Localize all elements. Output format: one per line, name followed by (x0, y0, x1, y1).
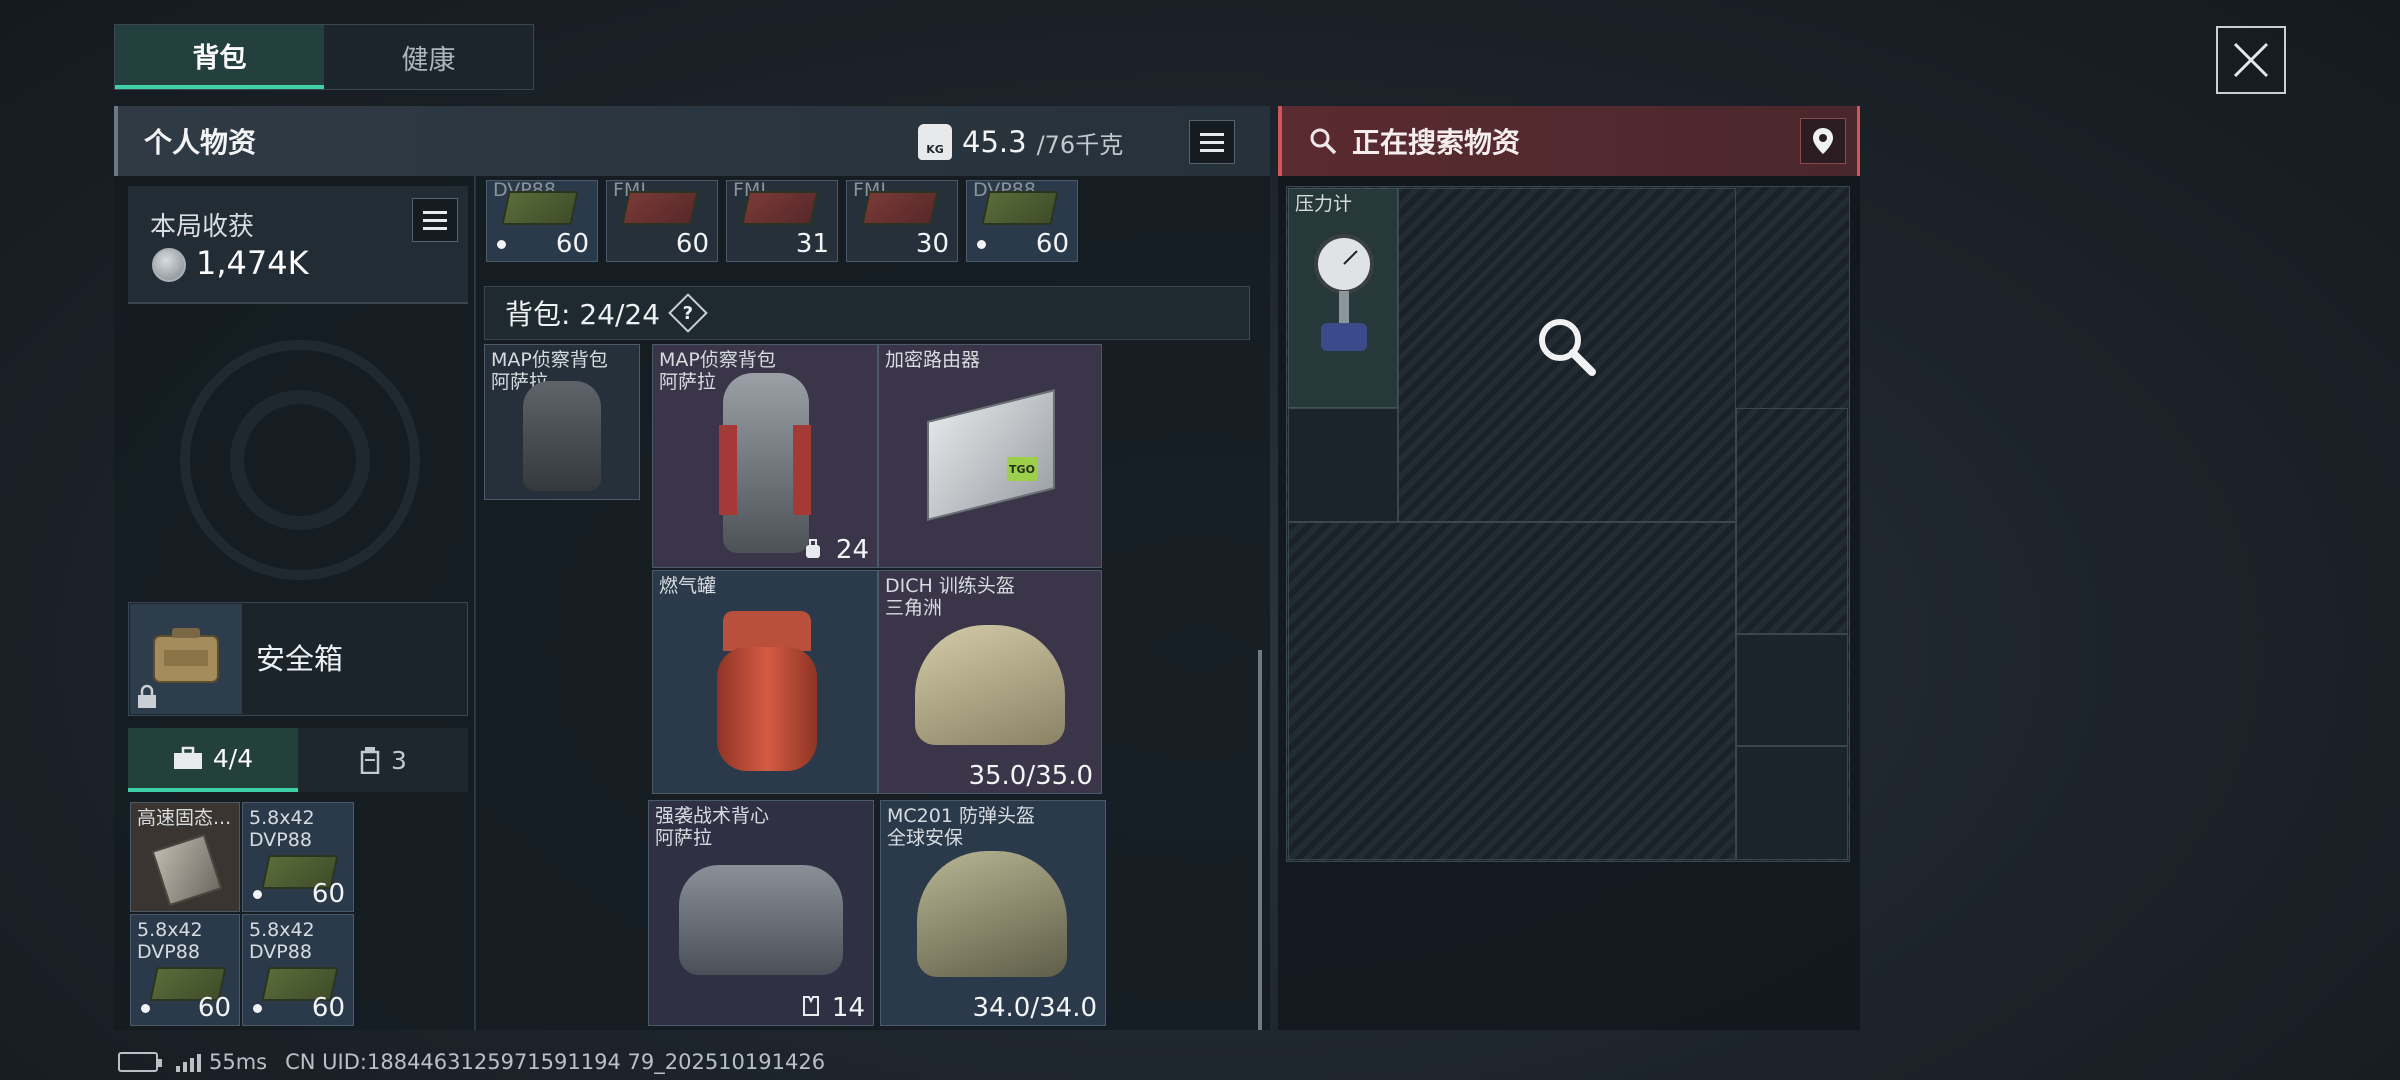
battery-icon (118, 1052, 162, 1072)
player-uid: CN UID:1884463125971591194 79_2025101914… (285, 1050, 826, 1074)
helmet-image (915, 625, 1065, 745)
toolbox-icon (173, 746, 202, 769)
capacity-icon (806, 539, 820, 558)
rarity-dot (497, 240, 506, 249)
pouch-item[interactable]: 5.8x42 DVP88 60 (242, 802, 354, 912)
inventory-list-button[interactable] (1189, 120, 1236, 164)
close-icon (2233, 42, 2269, 78)
helmet-image (917, 851, 1067, 977)
ping-value: 55ms (209, 1050, 268, 1074)
ammo-box-image (981, 191, 1059, 225)
bag-item-vest[interactable]: 强袭战术背心 阿萨拉 14 (648, 800, 874, 1026)
backpack-strap (793, 425, 811, 515)
backpack-image (523, 381, 601, 491)
safe-box-label: 安全箱 (256, 642, 344, 676)
search-header: 正在搜索物资 (1278, 106, 1860, 176)
search-icon (1310, 128, 1337, 155)
top-row-item[interactable]: FMJ 31 (726, 180, 838, 262)
rarity-dot (253, 1004, 262, 1013)
ammo-box-image (501, 191, 579, 225)
faction-emblem-inner (230, 390, 370, 530)
bag-item-dich-helmet[interactable]: DICH 训练头盔 三角洲 35.0/35.0 (878, 570, 1102, 794)
grid-cell (1736, 634, 1848, 746)
bag-item-router[interactable]: 加密路由器 TGO (878, 344, 1102, 568)
rarity-dot (253, 890, 262, 899)
location-pin-icon (1813, 128, 1833, 154)
vest-image (679, 865, 843, 975)
tab-pouch-canister[interactable]: 3 (298, 728, 468, 792)
weight-current: 45.3 (962, 125, 1027, 159)
gas-tank-image (717, 647, 817, 771)
main-tabs: 背包 健康 (114, 24, 534, 90)
pouch-item[interactable]: 5.8x42 DVP88 60 (242, 914, 354, 1026)
help-button[interactable]: ? (668, 293, 708, 333)
lock-icon (138, 684, 156, 708)
canister-icon (360, 747, 380, 774)
search-title: 正在搜索物资 (1352, 126, 1521, 159)
top-row-item[interactable]: FMJ 30 (846, 180, 958, 262)
top-row-item[interactable]: DVP88 60 (966, 180, 1078, 262)
backpack-title: 背包: 24/24 (505, 298, 661, 331)
safe-case-icon (153, 628, 219, 683)
location-button[interactable] (1800, 118, 1846, 164)
haul-list-button[interactable] (412, 198, 458, 242)
router-tag: TGO (1007, 457, 1037, 481)
coin-icon (152, 248, 186, 282)
status-bar: 55ms CN UID:1884463125971591194 79_20251… (118, 1050, 825, 1074)
top-row-item[interactable]: FMJ 60 (606, 180, 718, 262)
tab-health[interactable]: 健康 (324, 25, 533, 89)
rarity-dot (141, 1004, 150, 1013)
bag-item-mc201-helmet[interactable]: MC201 防弹头盔 全球安保 34.0/34.0 (880, 800, 1106, 1026)
rarity-dot (977, 240, 986, 249)
inventory-title: 个人物资 (144, 126, 257, 159)
inventory-scrollbar[interactable] (1258, 650, 1262, 1030)
ammo-box-image (621, 191, 699, 225)
pouch-canister-count: 3 (391, 745, 407, 775)
grid-cell (1288, 522, 1736, 860)
equipped-backpack-slot[interactable]: MAP侦察背包 阿萨拉 (484, 344, 640, 500)
backpack-strap (719, 425, 737, 515)
grid-cell (1736, 408, 1848, 634)
pouch-item[interactable]: 高速固态... (130, 802, 240, 912)
ssd-image (151, 833, 223, 907)
tab-pouch-tools[interactable]: 4/4 (128, 728, 298, 792)
signal-icon (176, 1052, 201, 1072)
searching-indicator-icon (1539, 319, 1596, 376)
kg-weight-icon: KG (918, 124, 952, 160)
weight-display: KG 45.3 /76千克 (918, 120, 1236, 164)
pressure-gauge-image (1314, 234, 1374, 351)
bag-item-map-backpack[interactable]: MAP侦察背包 阿萨拉 24 (652, 344, 878, 568)
vest-capacity-icon (803, 996, 819, 1016)
grid-cell (1736, 746, 1848, 860)
found-item-pressure-gauge[interactable]: 压力计 (1288, 188, 1398, 408)
ammo-box-image (741, 191, 819, 225)
top-row-item[interactable]: DVP88 60 (486, 180, 598, 262)
grid-cell (1288, 408, 1398, 522)
bag-item-gas-tank[interactable]: 燃气罐 (652, 570, 878, 794)
column-divider (474, 176, 476, 1030)
router-image (927, 389, 1055, 521)
pouch-tabs: 4/4 3 (128, 728, 468, 792)
close-button[interactable] (2216, 26, 2286, 94)
haul-label: 本局收获 (150, 212, 255, 242)
pouch-item[interactable]: 5.8x42 DVP88 60 (130, 914, 240, 1026)
backpack-header: 背包: 24/24 ? (484, 286, 1250, 340)
ammo-box-image (861, 191, 939, 225)
tab-backpack[interactable]: 背包 (115, 25, 324, 89)
pouch-tools-count: 4/4 (212, 743, 254, 773)
weight-limit: /76千克 (1036, 130, 1124, 159)
haul-value: 1,474K (196, 244, 309, 282)
gas-tank-top (723, 611, 811, 651)
